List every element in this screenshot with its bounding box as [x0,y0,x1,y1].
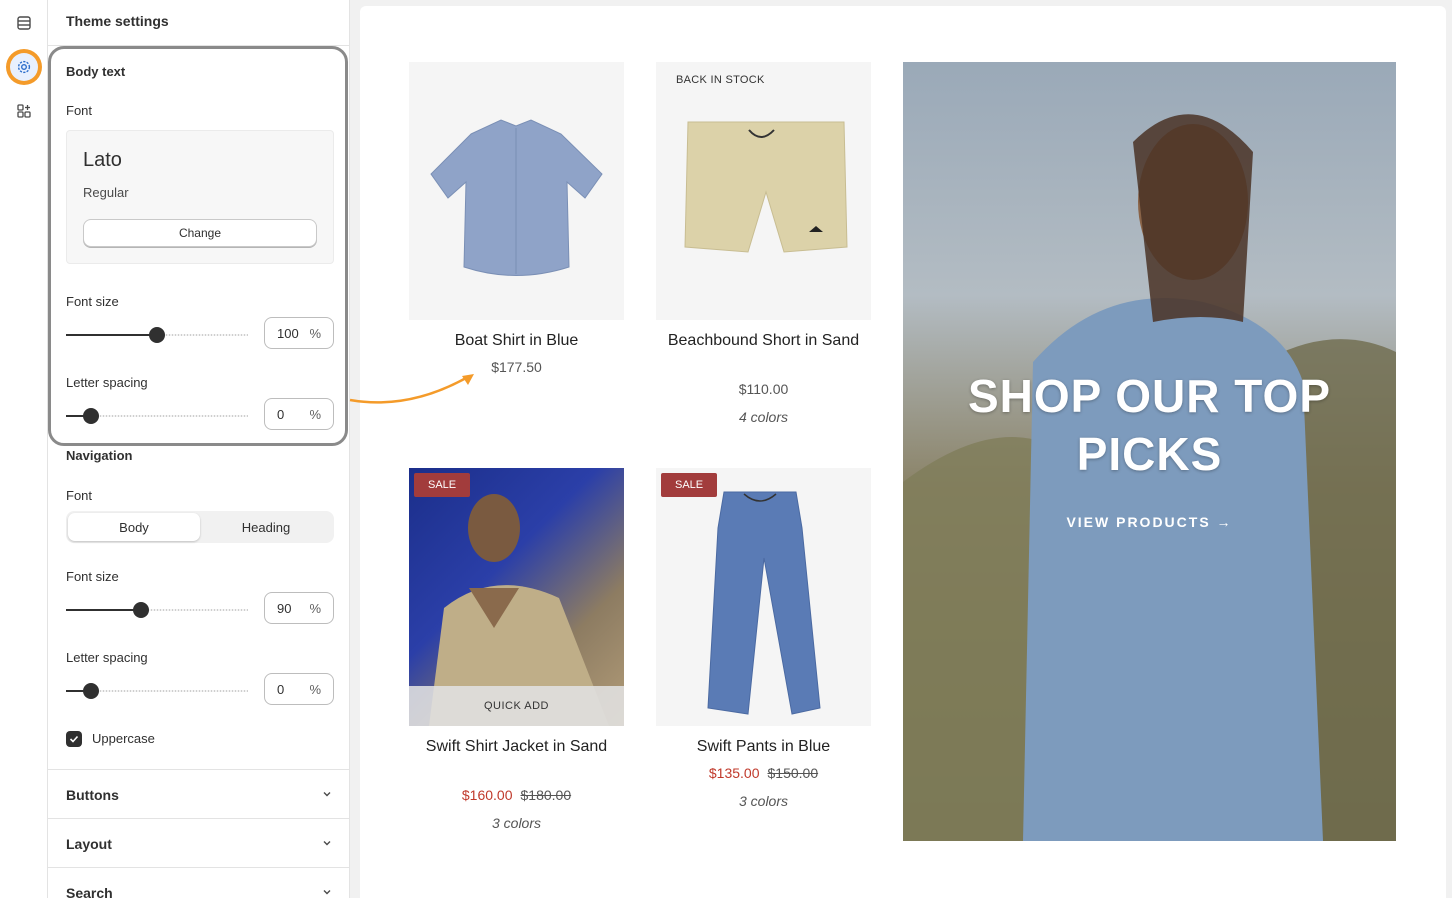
accordion-buttons-title: Buttons [66,787,119,803]
font-name: Lato [83,149,122,171]
nav-font-label: Font [66,488,93,503]
product-price: $110.00 [738,381,789,397]
product-name-text: Swift Shirt Jacket in Sand [425,738,608,755]
nav-letter-spacing-slider[interactable] [66,683,248,699]
sale-price: $160.00 [461,787,513,803]
sale-badge: SALE [661,473,718,497]
chevron-down-icon [323,841,331,846]
nav-font-size-input[interactable]: 90 % [264,592,334,624]
panel-title: Theme settings [66,13,169,29]
settings-panel: Theme settings Body text Font Lato Regul… [48,0,350,898]
nav-font-size-value: 90 [277,601,292,616]
compare-price: $150.00 [767,765,819,781]
icon-rail [0,0,48,898]
apps-icon[interactable] [10,97,38,125]
body-font-size-input[interactable]: 100 % [264,317,334,349]
accordion-layout-title: Layout [66,836,112,852]
font-picker-card: Lato Regular Change [66,130,334,264]
body-font-label: Font [66,103,93,118]
nav-font-body-option[interactable]: Body [68,513,200,541]
uppercase-checkbox[interactable] [66,731,82,747]
nav-letter-spacing-value: 0 [277,682,285,697]
accordion-search-title: Search [66,885,113,898]
accordion-buttons[interactable]: Buttons [48,769,349,818]
compare-price: $180.00 [520,787,572,803]
font-style: Regular [83,185,129,200]
product-card[interactable]: SALE Swift Pants in Blue $135.00 $150.00 … [656,468,871,828]
body-letter-spacing-label: Letter spacing [66,375,148,390]
nav-font-size-slider[interactable] [66,602,248,618]
body-letter-spacing-slider[interactable] [66,408,248,424]
nav-font-size-label: Font size [66,569,119,584]
percent-unit: % [309,326,321,341]
view-products-link[interactable]: VIEW PRODUCTS → [903,514,1396,530]
nav-letter-spacing-input[interactable]: 0 % [264,673,334,705]
sale-price: $135.00 [708,765,760,781]
sale-badge: SALE [414,473,471,497]
accordion-search[interactable]: Search [48,867,349,898]
color-count: 4 colors [738,409,789,425]
store-preview: Boat Shirt in Blue $177.50 BACK IN STOCK… [360,6,1446,898]
product-name[interactable]: Swift Shirt Jacket in Sand [409,736,624,758]
body-font-size-slider[interactable] [66,327,248,343]
hero-banner[interactable]: SHOP OUR TOP PICKS VIEW PRODUCTS → [903,62,1396,841]
body-text-heading: Body text [66,64,126,79]
color-count: 3 colors [491,815,542,831]
body-font-size-label: Font size [66,294,119,309]
product-name[interactable]: Beachbound Short in Sand [656,330,871,352]
sections-icon[interactable] [10,9,38,37]
body-font-size-value: 100 [277,326,299,341]
nav-letter-spacing-label: Letter spacing [66,650,148,665]
navigation-heading: Navigation [66,448,133,463]
percent-unit: % [309,682,321,697]
product-price: $135.00 $150.00 [656,765,871,781]
percent-unit: % [309,601,321,616]
uppercase-label: Uppercase [92,731,155,746]
product-name[interactable]: Swift Pants in Blue [656,736,871,758]
percent-unit: % [309,407,321,422]
status-badge: BACK IN STOCK [676,74,765,86]
body-letter-spacing-input[interactable]: 0 % [264,398,334,430]
color-count: 3 colors [738,793,789,809]
product-card[interactable]: BACK IN STOCK Beachbound Short in Sand $… [656,62,871,442]
nav-font-heading-option[interactable]: Heading [200,513,332,541]
chevron-down-icon [323,792,331,797]
change-font-button[interactable]: Change [83,219,317,247]
accordion-layout[interactable]: Layout [48,818,349,867]
product-image[interactable] [409,62,624,320]
product-card[interactable]: Boat Shirt in Blue $177.50 [409,62,624,382]
divider [48,45,349,46]
body-letter-spacing-value: 0 [277,407,285,422]
product-image[interactable]: BACK IN STOCK [656,62,871,320]
check-icon [69,735,79,743]
product-price: $160.00 $180.00 [409,787,624,803]
annotation-arrow-icon [349,374,474,404]
hero-title: SHOP OUR TOP PICKS [967,370,1332,480]
product-name-text: Beachbound Short in Sand [667,332,860,349]
nav-font-toggle: Body Heading [66,511,334,543]
quick-add-button[interactable]: QUICK ADD [409,686,624,726]
product-card[interactable]: SALE QUICK ADD Swift Shirt Jacket in San… [409,468,624,848]
gear-icon[interactable] [10,53,38,81]
product-image[interactable]: SALE [656,468,871,726]
product-name[interactable]: Boat Shirt in Blue [409,330,624,352]
product-image[interactable]: SALE QUICK ADD [409,468,624,726]
chevron-down-icon [323,890,331,895]
